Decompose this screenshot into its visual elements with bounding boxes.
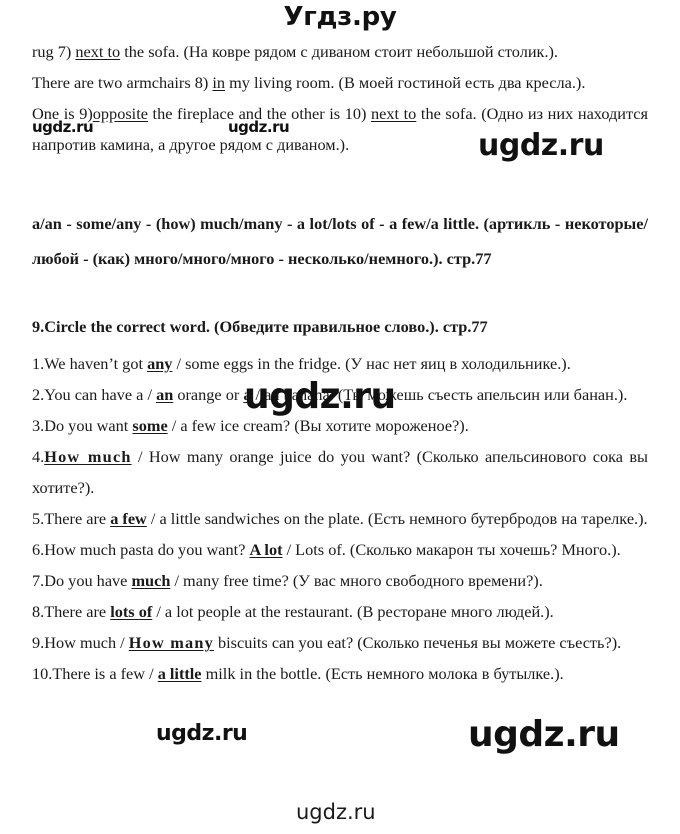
text-run: my living room. (В моей гостиной есть дв… bbox=[225, 73, 586, 92]
text-run: / an banana. (Ты можешь съесть апельсин … bbox=[251, 385, 628, 404]
answer-word: How many bbox=[128, 633, 214, 652]
text-run: / some eggs in the fridge. (У нас нет яи… bbox=[172, 354, 571, 373]
item-number: 5. bbox=[32, 509, 45, 528]
paragraph: There are two armchairs 8) in my living … bbox=[32, 67, 648, 98]
text-run: Do you want bbox=[44, 416, 133, 435]
exercise-item: 1.We haven’t got any / some eggs in the … bbox=[32, 348, 648, 379]
item-number: 9. bbox=[32, 633, 45, 652]
text-run: You can have a / bbox=[44, 385, 157, 404]
text-run: / Lots of. (Сколько макарон ты хочешь? М… bbox=[282, 540, 621, 559]
text-run: We haven’t got bbox=[44, 354, 148, 373]
intro-paragraphs: rug 7) next to the sofa. (На ковре рядом… bbox=[32, 36, 648, 160]
exercise-item: 4.How much / How many orange juice do yo… bbox=[32, 441, 648, 503]
item-number: 8. bbox=[32, 602, 45, 621]
text-run: / a lot people at the restaurant. (В рес… bbox=[152, 602, 554, 621]
answer-word: How much bbox=[44, 447, 132, 466]
text-run: One is 9) bbox=[32, 104, 93, 123]
answer-word: in bbox=[212, 73, 226, 92]
answer-word: any bbox=[147, 354, 173, 373]
item-number: 4. bbox=[32, 447, 45, 466]
item-number: 3. bbox=[32, 416, 45, 435]
text-run: There is a few / bbox=[52, 664, 158, 683]
answer-word: a little bbox=[157, 664, 202, 683]
exercise-item: 2.You can have a / an orange or a / an b… bbox=[32, 379, 648, 410]
exercise-item: 8.There are lots of / a lot people at th… bbox=[32, 596, 648, 627]
document-body: rug 7) next to the sofa. (На ковре рядом… bbox=[32, 36, 648, 689]
watermark-ugdz: ugdz.ru bbox=[296, 800, 376, 824]
answer-word: next to bbox=[75, 42, 121, 61]
text-run: the fireplace and the other is 10) bbox=[147, 104, 372, 123]
site-logo: Угдз.ру bbox=[283, 2, 397, 32]
item-number: 6. bbox=[32, 540, 45, 559]
item-number: 10. bbox=[32, 664, 53, 683]
item-number: 7. bbox=[32, 571, 45, 590]
text-run: biscuits can you eat? (Сколько печенья в… bbox=[213, 633, 622, 652]
exercise-item: 5.There are a few / a little sandwiches … bbox=[32, 503, 648, 534]
item-number: 1. bbox=[32, 354, 45, 373]
answer-word: a few bbox=[110, 509, 147, 528]
watermark-ugdz: ugdz.ru bbox=[468, 714, 620, 755]
grammar-note: a/an - some/any - (how) much/many - a lo… bbox=[32, 214, 648, 268]
exercise-item: 10.There is a few / a little milk in the… bbox=[32, 658, 648, 689]
answer-word: next to bbox=[371, 104, 417, 123]
text-run: the sofa. (На ковре рядом с диваном стои… bbox=[120, 42, 559, 61]
paragraph: rug 7) next to the sofa. (На ковре рядом… bbox=[32, 36, 648, 67]
exercise-item: 6.How much pasta do you want? A lot / Lo… bbox=[32, 534, 648, 565]
text-run: Do you have bbox=[44, 571, 132, 590]
text-run: / a few ice cream? (Вы хотите мороженое?… bbox=[167, 416, 469, 435]
watermark-ugdz: ugdz.ru bbox=[156, 721, 248, 746]
text-run: There are bbox=[44, 602, 111, 621]
answer-word: an bbox=[156, 385, 174, 404]
exercise-item: 7.Do you have much / many free time? (У … bbox=[32, 565, 648, 596]
answer-word: much bbox=[131, 571, 171, 590]
text-run: rug 7) bbox=[32, 42, 76, 61]
exercise-items: 1.We haven’t got any / some eggs in the … bbox=[32, 348, 648, 689]
paragraph: One is 9)opposite the fireplace and the … bbox=[32, 98, 648, 160]
answer-word: A lot bbox=[249, 540, 283, 559]
exercise-item: 3.Do you want some / a few ice cream? (В… bbox=[32, 410, 648, 441]
exercise-item: 9.How much / How many biscuits can you e… bbox=[32, 627, 648, 658]
text-run: There are two armchairs 8) bbox=[32, 73, 213, 92]
exercise-title: 9.Circle the correct word. (Обведите пра… bbox=[32, 317, 488, 336]
text-run: How much / bbox=[44, 633, 129, 652]
text-run: orange or bbox=[173, 385, 244, 404]
answer-word: lots of bbox=[110, 602, 153, 621]
text-run: There are bbox=[44, 509, 111, 528]
text-run: / many free time? (У вас много свободног… bbox=[170, 571, 543, 590]
answer-word: some bbox=[132, 416, 168, 435]
item-number: 2. bbox=[32, 385, 45, 404]
text-run: How much pasta do you want? bbox=[44, 540, 250, 559]
text-run: milk in the bottle. (Есть немного молока… bbox=[201, 664, 564, 683]
answer-word: opposite bbox=[92, 104, 148, 123]
text-run: / a little sandwiches on the plate. (Ест… bbox=[146, 509, 648, 528]
